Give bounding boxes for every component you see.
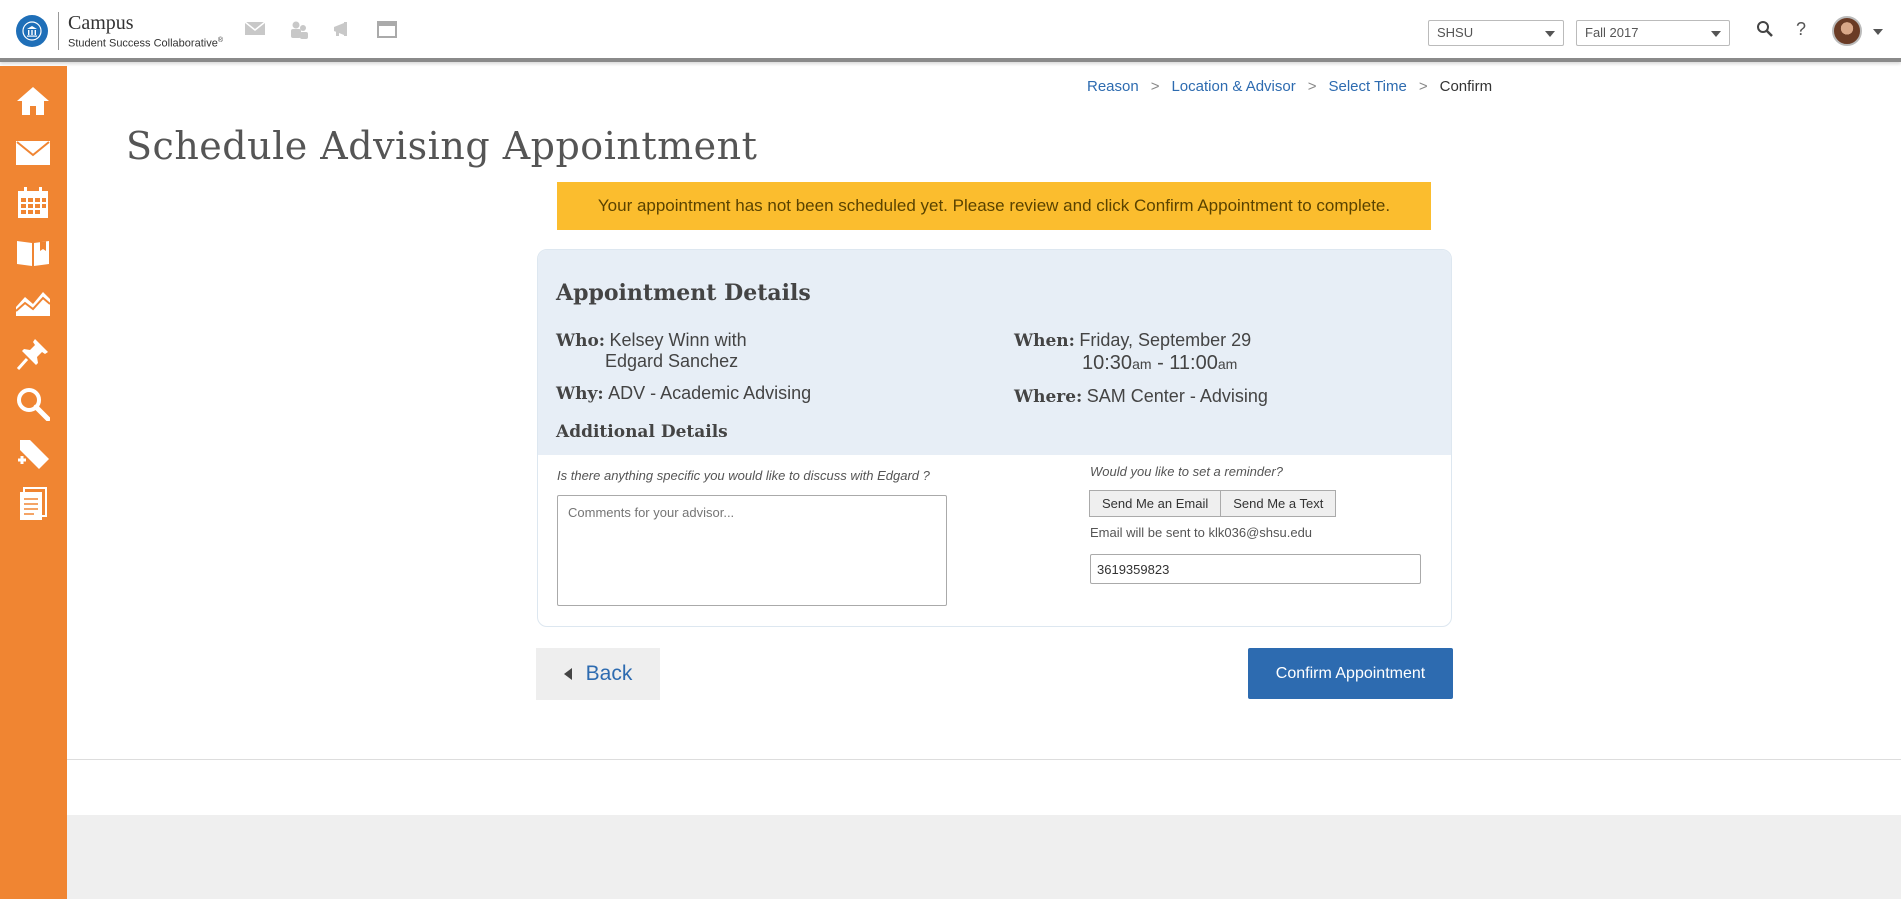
where-value: SAM Center - Advising xyxy=(1086,386,1268,406)
when-label: When: xyxy=(1014,331,1075,351)
help-icon[interactable]: ? xyxy=(1796,19,1806,40)
registered-mark: ® xyxy=(217,37,223,44)
appointment-details-heading: Appointment Details xyxy=(556,280,811,306)
discuss-question: Is there anything specific you would lik… xyxy=(557,468,930,483)
time-separator: - xyxy=(1151,352,1170,374)
avatar[interactable] xyxy=(1832,16,1862,46)
who-label: Who: xyxy=(556,331,606,351)
time-end: 11:00 xyxy=(1169,352,1218,374)
term-select[interactable]: Fall 2017 xyxy=(1576,20,1730,46)
appointment-details-card: Appointment Details Who: Kelsey Winn wit… xyxy=(537,249,1452,627)
phone-input[interactable] xyxy=(1090,554,1421,584)
footer xyxy=(67,815,1901,899)
content-divider xyxy=(67,759,1901,760)
mail-icon[interactable] xyxy=(244,20,268,40)
when-field: When: Friday, September 29 xyxy=(1014,330,1251,351)
institution-select-value: SHSU xyxy=(1437,25,1474,40)
top-icon-group xyxy=(244,20,400,40)
breadcrumb-location-advisor[interactable]: Location & Advisor xyxy=(1171,78,1295,95)
tag-add-icon[interactable] xyxy=(14,436,52,472)
breadcrumb-separator: > xyxy=(1418,78,1428,95)
triangle-left-icon xyxy=(563,668,572,680)
time-start-ampm: am xyxy=(1132,356,1152,372)
breadcrumb-confirm: Confirm xyxy=(1439,78,1493,95)
home-icon[interactable] xyxy=(14,83,52,119)
document-icon[interactable] xyxy=(14,486,52,522)
institution-select[interactable]: SHSU xyxy=(1428,20,1564,46)
who-value: Kelsey Winn with xyxy=(609,330,747,350)
term-select-value: Fall 2017 xyxy=(1585,25,1639,40)
time-start: 10:30 xyxy=(1082,352,1133,374)
send-text-button[interactable]: Send Me a Text xyxy=(1221,490,1337,517)
breadcrumb-separator: > xyxy=(1307,78,1317,95)
logo-title: Campus xyxy=(68,12,134,34)
who-field: Who: Kelsey Winn with xyxy=(556,330,747,351)
reminder-question: Would you like to set a reminder? xyxy=(1090,464,1283,479)
megaphone-icon[interactable] xyxy=(332,20,356,40)
additional-details-heading: Additional Details xyxy=(556,422,728,442)
page-title: Schedule Advising Appointment xyxy=(126,124,758,168)
breadcrumb-select-time[interactable]: Select Time xyxy=(1328,78,1406,95)
send-email-button[interactable]: Send Me an Email xyxy=(1089,490,1222,517)
where-label: Where: xyxy=(1014,387,1083,407)
comments-textarea[interactable] xyxy=(557,495,947,606)
when-date: Friday, September 29 xyxy=(1079,330,1252,350)
book-icon[interactable] xyxy=(14,235,52,271)
search-icon[interactable] xyxy=(14,386,52,422)
chevron-down-icon xyxy=(1545,31,1555,37)
breadcrumb-reason[interactable]: Reason xyxy=(1087,78,1139,95)
confirm-appointment-button[interactable]: Confirm Appointment xyxy=(1248,648,1453,699)
breadcrumb: Reason > Location & Advisor > Select Tim… xyxy=(1087,78,1492,95)
email-note: Email will be sent to klk036@shsu.edu xyxy=(1090,525,1313,540)
back-label: Back xyxy=(585,662,633,685)
chevron-down-icon xyxy=(1711,31,1721,37)
pin-icon[interactable] xyxy=(14,336,52,372)
reminder-toggle: Send Me an Email Send Me a Text xyxy=(1089,490,1337,517)
window-icon[interactable] xyxy=(376,20,400,40)
chevron-down-icon[interactable] xyxy=(1873,29,1883,35)
why-field: Why: ADV - Academic Advising xyxy=(556,383,811,404)
where-field: Where: SAM Center - Advising xyxy=(1014,386,1268,407)
warning-alert: Your appointment has not been scheduled … xyxy=(557,182,1431,230)
back-button[interactable]: Back xyxy=(536,648,660,700)
people-icon[interactable] xyxy=(288,20,312,40)
time-end-ampm: am xyxy=(1217,356,1238,372)
why-value: ADV - Academic Advising xyxy=(608,383,812,403)
who-advisor: Edgard Sanchez xyxy=(605,351,739,371)
calendar-icon[interactable] xyxy=(14,185,52,221)
mail-icon[interactable] xyxy=(14,135,52,171)
campus-logo-icon[interactable] xyxy=(16,15,48,47)
sidebar xyxy=(0,66,67,899)
chart-icon[interactable] xyxy=(14,285,52,321)
search-icon[interactable] xyxy=(1756,20,1774,43)
appointment-time: 10:30am - 11:00am xyxy=(1082,352,1237,375)
breadcrumb-separator: > xyxy=(1150,78,1160,95)
logo-divider xyxy=(58,12,59,50)
logo-subtitle: Student Success Collaborative® xyxy=(68,37,223,50)
why-label: Why: xyxy=(556,384,604,404)
top-bar: Campus Student Success Collaborative® SH… xyxy=(0,0,1901,62)
